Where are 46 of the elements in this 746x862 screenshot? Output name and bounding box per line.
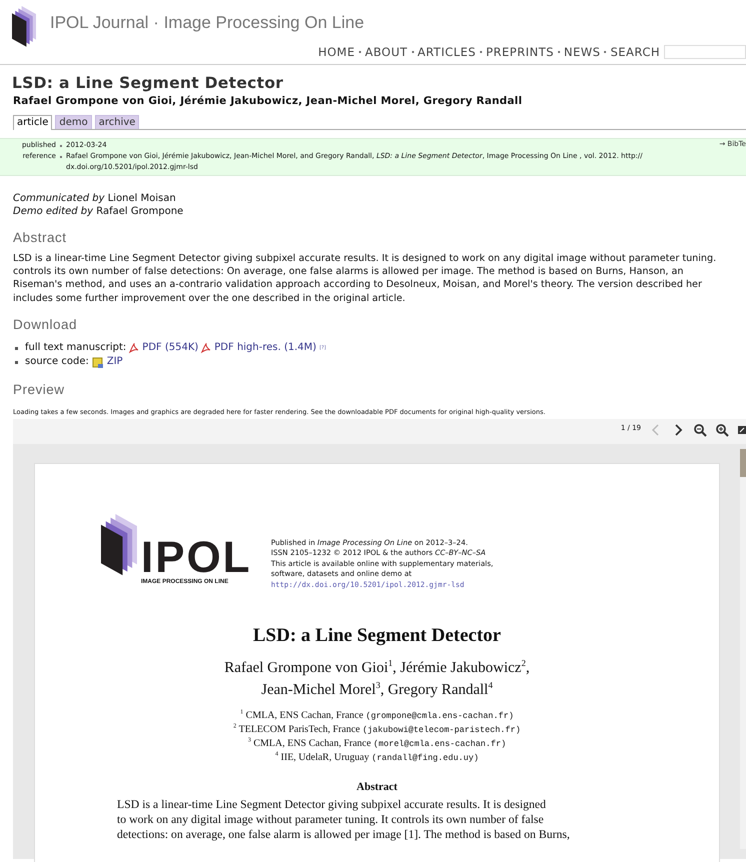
credit-line: Communicated by Lionel Moisan: [13, 192, 177, 205]
tab[interactable]: article: [13, 115, 52, 130]
pdf-icon: [129, 342, 140, 354]
paper-authors: Jean-Michel Morel$^{3}$, Gregory Randall$^{4}$: [260, 679, 494, 700]
download-label: source code:: [25, 355, 89, 370]
nav-link[interactable]: PREPRINTS: [486, 45, 554, 59]
nav-link[interactable]: ARTICLES: [418, 45, 476, 59]
section-heading: Download: [13, 316, 78, 332]
paper-abstract-line: LSD is a linear-time Line Segment Detector giving subpixel accurate results. It is designed: [117, 797, 546, 812]
abstract-line: LSD is a linear-time Line Segment Detector giving subpixel accurate results. It is designed to work on any digital image without parameter tuning.: [13, 252, 718, 266]
logo-icon: [101, 514, 137, 576]
download-link[interactable]: PDF high-res. (1.4M): [214, 340, 316, 356]
nav-link[interactable]: ABOUT: [364, 45, 408, 59]
search-field[interactable]: [664, 45, 746, 59]
section-heading: Preview: [13, 382, 66, 397]
paper-abstract-line: detections: on average, one false alarm is allowed per image [1]. The method is based on Burns,: [117, 827, 570, 842]
zoom-out-icon[interactable]: [693, 422, 707, 437]
paper-abstract-line: to work on any digital image without parameter tuning. It controls its own number of false: [117, 812, 544, 828]
tab[interactable]: archive: [94, 115, 140, 129]
article-authors: Rafael Grompone von Gioi, Jérémie Jakubowicz, Jean-Michel Morel, Gregory Randall: [13, 95, 524, 107]
credit-line: Demo edited by Rafael Grompone: [13, 205, 184, 218]
logo-text: IPOL: [141, 540, 252, 576]
tab[interactable]: demo: [55, 115, 92, 129]
affiliation: $^{4}$ IIE, UdelaR, Uruguay (randall@fing.edu.uy): [274, 751, 480, 766]
pdf-icon: [201, 342, 212, 354]
scrollbar[interactable]: [740, 448, 746, 849]
paper-abstract-heading: Abstract: [356, 781, 398, 794]
abstract-line: Riseman's method, and uses an a-contrario validation approach according to Desolneux, Moisan, and Morel's theory. The version described her: [13, 278, 703, 292]
download-link[interactable]: PDF (554K): [142, 340, 198, 356]
download-label: full text manuscript:: [25, 340, 126, 355]
affiliation: $^{3}$ CMLA, ENS Cachan, France (morel@cmla.ens-cachan.fr): [246, 737, 508, 752]
abstract-line: controls its own number of false detections: On average, one false alarms is allowed per image. The method is based on Burns, Hanson, an: [13, 265, 684, 278]
abstract-line: includes some further improvement over the one described in the original article.: [13, 292, 406, 305]
download-link[interactable]: ZIP: [106, 355, 123, 370]
archive-icon: [92, 356, 104, 369]
section-heading: Abstract: [13, 230, 68, 245]
nav-link[interactable]: SEARCH: [610, 45, 660, 59]
affiliation: $^{2}$ TELECOM ParisTech, France (jakubowi@telecom-paristech.fr): [232, 723, 522, 738]
site-title: IPOL Journal · Image Processing On Line: [50, 13, 364, 33]
zoom-in-icon[interactable]: [715, 422, 729, 437]
article-title: LSD: a Line Segment Detector: [12, 74, 284, 92]
nav-link[interactable]: NEWS: [564, 45, 600, 59]
paper-authors: Rafael Grompone von Gioi$^{1}$, Jérémie Jakubowicz$^{2}$,: [223, 657, 531, 678]
paper-title: LSD: a Line Segment Detector: [252, 625, 502, 648]
nav-link[interactable]: HOME: [318, 45, 355, 59]
affiliation: $^{1}$ CMLA, ENS Cachan, France (grompone@cmla.ens-cachan.fr): [239, 709, 515, 724]
